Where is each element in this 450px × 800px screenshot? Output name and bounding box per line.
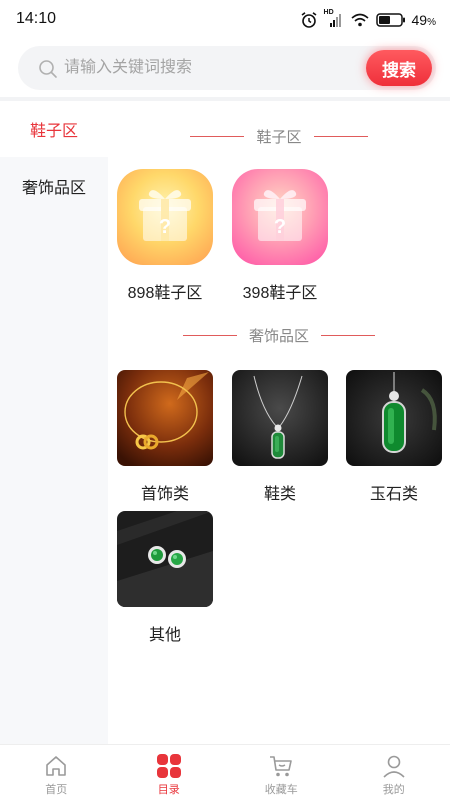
status-bar: 14:10 HD 49%: [0, 0, 450, 40]
svg-text:?: ?: [274, 216, 286, 238]
alarm-clock-icon: [301, 12, 316, 28]
jade-stone-image: [346, 370, 442, 466]
tile-label: 898鞋子区: [127, 285, 203, 302]
svg-text:?: ?: [159, 216, 171, 238]
category-grid-icon: [156, 754, 181, 778]
status-time: 14:10: [16, 10, 57, 27]
tile-label: 鞋类: [263, 486, 296, 503]
category-tile-jewelry[interactable]: 首饰类: [115, 370, 215, 504]
tab-label: 目录: [157, 784, 180, 796]
category-tile-other[interactable]: 其他: [115, 511, 215, 645]
tile-label: 其他: [148, 627, 181, 644]
tab-cart[interactable]: 收藏车: [225, 745, 338, 800]
battery-percent-value: 49: [411, 12, 428, 28]
sidebar-item-label: 奢饰品区: [21, 180, 86, 197]
search-icon: [39, 60, 57, 78]
battery-percent: 49%: [412, 12, 436, 28]
wifi-icon: [350, 13, 369, 27]
tab-label: 首页: [45, 784, 68, 796]
sidebar-item-shoes[interactable]: 鞋子区: [0, 101, 108, 157]
category-sidebar: 鞋子区 奢饰品区: [0, 101, 108, 744]
section-title: 奢饰品区: [248, 327, 309, 345]
tab-profile[interactable]: 我的: [338, 745, 450, 800]
jewelry-necklace-image: [117, 370, 213, 466]
category-content: 鞋子区 ? 898鞋子区 ? 398鞋子区 奢饰品区 首饰类 鞋类 玉石类 其他: [108, 101, 450, 744]
category-tile-398[interactable]: ? 398鞋子区: [230, 169, 330, 303]
tile-label: 首饰类: [140, 486, 189, 503]
search-bar: 搜索: [18, 46, 436, 90]
section-divider-line: [190, 135, 245, 137]
tab-label: 收藏车: [264, 784, 298, 796]
battery-percent-unit: %: [427, 17, 436, 28]
category-tile-898[interactable]: ? 898鞋子区: [115, 169, 215, 303]
sidebar-item-luxury[interactable]: 奢饰品区: [0, 158, 108, 214]
signal-icon: HD: [324, 9, 344, 29]
earrings-image: [117, 511, 213, 607]
battery-icon: [375, 13, 405, 27]
section-divider-line: [313, 135, 368, 137]
tab-home[interactable]: 首页: [0, 745, 113, 800]
status-icons: HD 49%: [300, 9, 436, 31]
section-divider-line: [321, 334, 375, 336]
tab-catalog[interactable]: 目录: [113, 745, 226, 800]
category-tile-jade[interactable]: 玉石类: [344, 370, 444, 504]
category-tile-shoes[interactable]: 鞋类: [230, 370, 330, 504]
search-input[interactable]: [64, 46, 364, 90]
section-header-shoes: 鞋子区: [108, 124, 450, 148]
cart-icon: [270, 756, 293, 777]
section-header-luxury: 奢饰品区: [108, 323, 450, 347]
tile-label: 玉石类: [369, 486, 418, 503]
sidebar-item-label: 鞋子区: [29, 123, 78, 140]
tab-label: 我的: [382, 784, 405, 796]
search-button[interactable]: 搜索: [366, 50, 432, 86]
bottom-tab-bar: 首页 目录 收藏车 我的: [0, 744, 450, 800]
section-divider-line: [182, 334, 237, 336]
home-icon: [46, 756, 67, 776]
gift-box-icon: ?: [117, 169, 213, 265]
section-title: 鞋子区: [256, 128, 302, 146]
gift-box-icon: ?: [232, 169, 328, 265]
user-icon: [383, 755, 405, 778]
tile-label: 398鞋子区: [242, 285, 318, 302]
jade-pendant-image: [232, 370, 328, 466]
